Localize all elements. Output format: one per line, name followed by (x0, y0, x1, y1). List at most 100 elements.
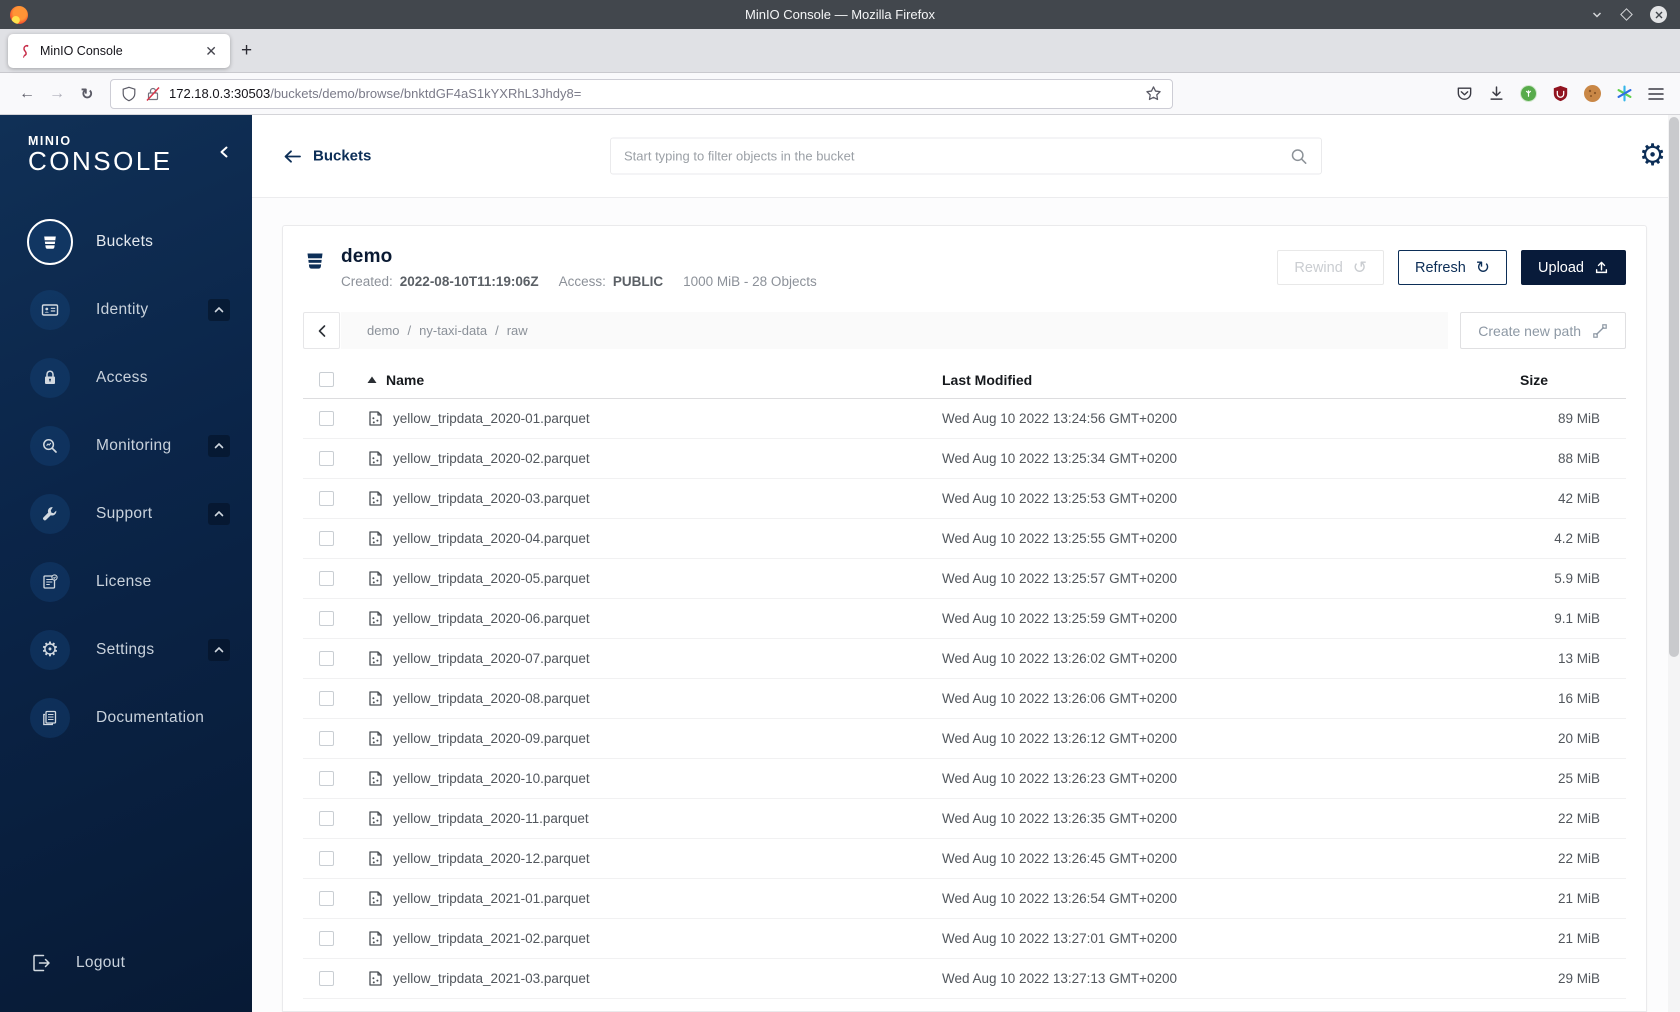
chevron-up-icon[interactable] (208, 434, 230, 457)
sidebar-item-license[interactable]: License (0, 548, 252, 616)
row-checkbox[interactable] (319, 891, 334, 906)
row-checkbox[interactable] (319, 611, 334, 626)
browser-back-button[interactable]: ← (12, 79, 42, 109)
bookmark-star-icon[interactable] (1145, 85, 1162, 102)
sidebar-item-access[interactable]: Access (0, 344, 252, 412)
window-maximize-button[interactable] (1620, 8, 1633, 21)
cookie-extension-icon[interactable] (1584, 85, 1601, 102)
browser-reload-button[interactable]: ↻ (72, 79, 102, 109)
table-row[interactable]: yellow_tripdata_2020-10.parquet Wed Aug … (303, 759, 1626, 799)
chevron-up-icon[interactable] (208, 502, 230, 525)
row-checkbox[interactable] (319, 451, 334, 466)
new-tab-button[interactable]: + (230, 39, 263, 62)
tab-close-icon[interactable]: ✕ (200, 41, 222, 61)
pocket-icon[interactable] (1456, 85, 1473, 102)
table-row[interactable]: yellow_tripdata_2020-12.parquet Wed Aug … (303, 839, 1626, 879)
column-header-name[interactable]: Name (386, 372, 424, 388)
sidebar-item-support[interactable]: Support (0, 480, 252, 548)
upload-button[interactable]: Upload (1521, 250, 1626, 285)
select-all-checkbox[interactable] (319, 372, 334, 387)
sidebar-item-monitoring[interactable]: Monitoring (0, 412, 252, 480)
scrollbar-thumb[interactable] (1669, 117, 1679, 657)
ublock-origin-icon[interactable] (1552, 85, 1569, 102)
table-row[interactable]: yellow_tripdata_2020-11.parquet Wed Aug … (303, 799, 1626, 839)
column-header-size[interactable]: Size (1499, 372, 1626, 388)
object-name[interactable]: yellow_tripdata_2021-01.parquet (393, 891, 590, 906)
table-row[interactable]: yellow_tripdata_2021-02.parquet Wed Aug … (303, 919, 1626, 959)
object-name[interactable]: yellow_tripdata_2020-03.parquet (393, 491, 590, 506)
sidebar-collapse-icon[interactable] (218, 145, 230, 159)
sidebar-item-documentation[interactable]: Documentation (0, 684, 252, 752)
application-menu-icon[interactable] (1648, 87, 1664, 101)
object-name[interactable]: yellow_tripdata_2020-05.parquet (393, 571, 590, 586)
table-row[interactable]: yellow_tripdata_2020-06.parquet Wed Aug … (303, 599, 1626, 639)
refresh-button[interactable]: Refresh ↻ (1398, 250, 1508, 285)
settings-gear-icon[interactable]: ⚙ (1639, 141, 1666, 171)
row-checkbox[interactable] (319, 731, 334, 746)
insecure-lock-icon[interactable] (145, 86, 161, 102)
object-name[interactable]: yellow_tripdata_2020-07.parquet (393, 651, 590, 666)
row-checkbox[interactable] (319, 771, 334, 786)
table-row[interactable]: yellow_tripdata_2020-04.parquet Wed Aug … (303, 519, 1626, 559)
access-value[interactable]: PUBLIC (613, 274, 663, 289)
object-name[interactable]: yellow_tripdata_2021-03.parquet (393, 971, 590, 986)
object-name[interactable]: yellow_tripdata_2020-02.parquet (393, 451, 590, 466)
sidebar-item-logout[interactable]: Logout (0, 933, 252, 993)
table-row[interactable]: yellow_tripdata_2020-07.parquet Wed Aug … (303, 639, 1626, 679)
window-minimize-button[interactable] (1591, 9, 1603, 21)
tracking-shield-icon[interactable] (121, 86, 137, 102)
row-checkbox[interactable] (319, 971, 334, 986)
row-checkbox[interactable] (319, 851, 334, 866)
page-scrollbar[interactable] (1668, 115, 1680, 1012)
column-header-modified[interactable]: Last Modified (942, 372, 1499, 388)
back-to-buckets-link[interactable]: Buckets (284, 148, 371, 165)
sidebar-item-identity[interactable]: Identity (0, 276, 252, 344)
row-checkbox[interactable] (319, 931, 334, 946)
table-row[interactable]: yellow_tripdata_2021-01.parquet Wed Aug … (303, 879, 1626, 919)
row-checkbox[interactable] (319, 491, 334, 506)
row-checkbox[interactable] (319, 411, 334, 426)
search-input[interactable] (624, 148, 1290, 164)
create-new-path-button[interactable]: Create new path (1460, 312, 1626, 349)
row-checkbox[interactable] (319, 811, 334, 826)
object-name[interactable]: yellow_tripdata_2020-04.parquet (393, 531, 590, 546)
upload-icon (1595, 261, 1608, 274)
object-name[interactable]: yellow_tripdata_2020-08.parquet (393, 691, 590, 706)
sidebar-item-settings[interactable]: ⚙ Settings (0, 616, 252, 684)
tab-minio-console[interactable]: MinIO Console ✕ (8, 33, 230, 68)
row-checkbox[interactable] (319, 691, 334, 706)
chevron-up-icon[interactable] (208, 298, 230, 321)
rewind-button[interactable]: Rewind ↺ (1277, 250, 1385, 285)
table-row[interactable]: yellow_tripdata_2020-03.parquet Wed Aug … (303, 479, 1626, 519)
table-row[interactable]: yellow_tripdata_2020-05.parquet Wed Aug … (303, 559, 1626, 599)
downloads-icon[interactable] (1488, 85, 1505, 102)
browser-forward-button[interactable]: → (42, 79, 72, 109)
sort-ascending-icon[interactable] (367, 376, 377, 384)
url-bar[interactable]: 172.18.0.3:30503/buckets/demo/browse/bnk… (110, 78, 1173, 109)
table-row[interactable]: yellow_tripdata_2020-02.parquet Wed Aug … (303, 439, 1626, 479)
row-checkbox[interactable] (319, 651, 334, 666)
object-name[interactable]: yellow_tripdata_2021-02.parquet (393, 931, 590, 946)
breadcrumb-segment[interactable]: demo (367, 323, 400, 338)
row-checkbox[interactable] (319, 531, 334, 546)
table-row[interactable]: yellow_tripdata_2021-03.parquet Wed Aug … (303, 959, 1626, 999)
object-name[interactable]: yellow_tripdata_2020-11.parquet (393, 811, 589, 826)
breadcrumb-segment[interactable]: ny-taxi-data (419, 323, 487, 338)
sparkle-extension-icon[interactable] (1616, 85, 1633, 102)
row-checkbox[interactable] (319, 571, 334, 586)
object-name[interactable]: yellow_tripdata_2020-01.parquet (393, 411, 590, 426)
table-row[interactable]: yellow_tripdata_2020-01.parquet Wed Aug … (303, 399, 1626, 439)
green-extension-icon[interactable] (1520, 85, 1537, 102)
table-row[interactable]: yellow_tripdata_2020-09.parquet Wed Aug … (303, 719, 1626, 759)
table-row[interactable]: yellow_tripdata_2020-08.parquet Wed Aug … (303, 679, 1626, 719)
object-name[interactable]: yellow_tripdata_2020-09.parquet (393, 731, 590, 746)
path-back-button[interactable] (303, 312, 340, 349)
sidebar-item-buckets[interactable]: Buckets (0, 208, 252, 276)
object-name[interactable]: yellow_tripdata_2020-06.parquet (393, 611, 590, 626)
window-close-button[interactable] (1650, 6, 1667, 23)
breadcrumb-segment[interactable]: raw (507, 323, 528, 338)
object-name[interactable]: yellow_tripdata_2020-10.parquet (393, 771, 590, 786)
chevron-up-icon[interactable] (208, 638, 230, 661)
object-filter-search[interactable] (610, 137, 1322, 175)
object-name[interactable]: yellow_tripdata_2020-12.parquet (393, 851, 590, 866)
